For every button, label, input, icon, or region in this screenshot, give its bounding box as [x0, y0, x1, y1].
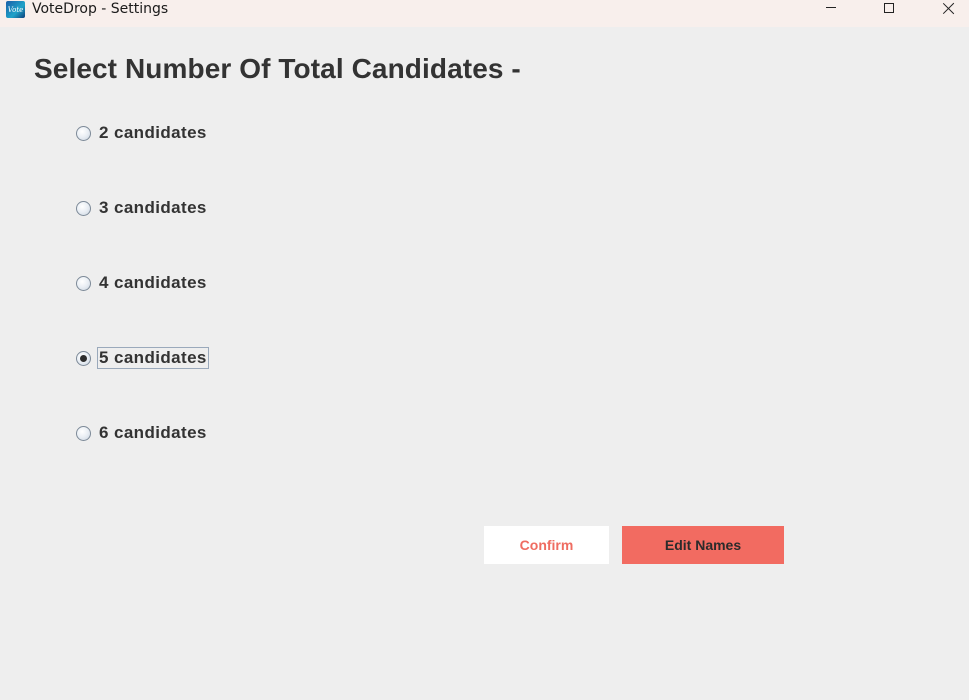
radio-option-4-candidates[interactable]: 4 candidates [76, 273, 209, 293]
close-button[interactable] [926, 0, 969, 18]
radio-button[interactable] [76, 125, 91, 141]
minimize-button[interactable] [808, 0, 854, 18]
radio-label[interactable]: 6 candidates [97, 422, 209, 444]
confirm-button[interactable]: Confirm [484, 526, 609, 564]
app-icon: Vote [6, 1, 25, 18]
radio-button-selected[interactable] [76, 350, 91, 366]
radio-option-5-candidates[interactable]: 5 candidates [76, 347, 209, 369]
edit-names-button[interactable]: Edit Names [622, 526, 784, 564]
radio-option-3-candidates[interactable]: 3 candidates [76, 198, 209, 218]
maximize-button[interactable] [866, 0, 912, 18]
radio-option-2-candidates[interactable]: 2 candidates [76, 123, 209, 143]
radio-label[interactable]: 5 candidates [97, 347, 209, 369]
minimize-icon [826, 6, 836, 8]
radio-option-6-candidates[interactable]: 6 candidates [76, 423, 209, 443]
window-title: VoteDrop - Settings [32, 1, 169, 17]
radio-button[interactable] [76, 425, 91, 441]
radio-label[interactable]: 3 candidates [97, 197, 209, 219]
close-icon [943, 2, 955, 14]
title-bar: Vote VoteDrop - Settings [0, 0, 969, 27]
radio-button[interactable] [76, 275, 91, 291]
page-title: Select Number Of Total Candidates - [34, 53, 521, 84]
radio-label[interactable]: 4 candidates [97, 272, 209, 294]
radio-label[interactable]: 2 candidates [97, 122, 209, 144]
radio-button[interactable] [76, 200, 91, 216]
maximize-icon [884, 3, 894, 13]
